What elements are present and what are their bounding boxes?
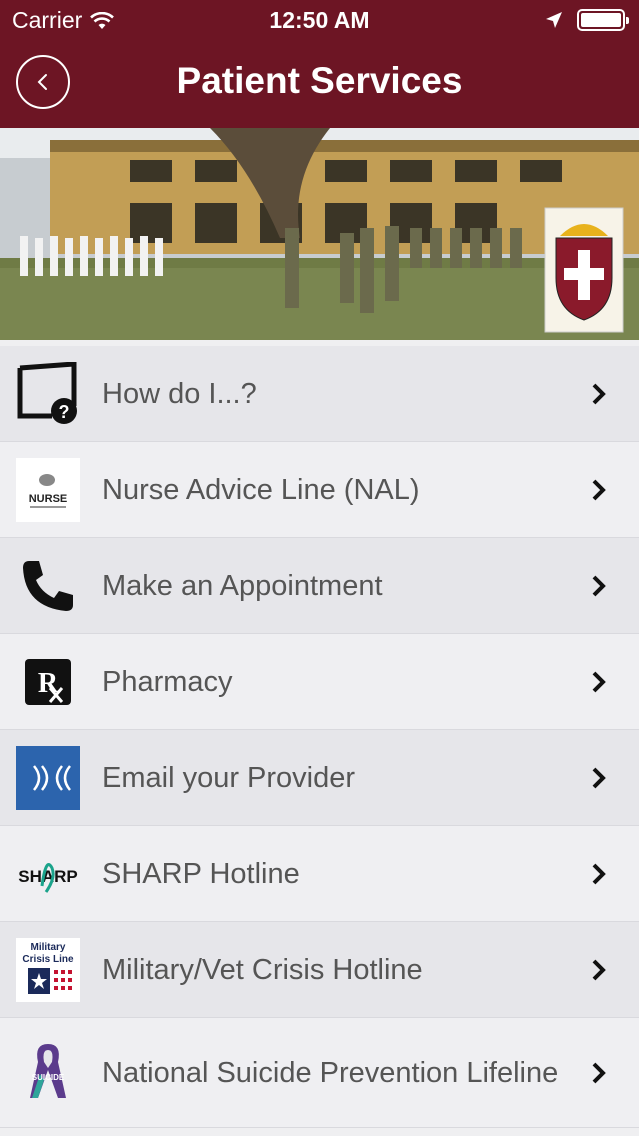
menu-item-suicide-prevention[interactable]: SUICIDE National Suicide Prevention Life… (0, 1018, 639, 1128)
phone-icon (16, 554, 80, 618)
menu-item-crisis-hotline[interactable]: Military Crisis Line Military/Vet Crisis… (0, 922, 639, 1018)
svg-text:Military: Military (30, 942, 65, 953)
menu-item-make-appointment[interactable]: Make an Appointment (0, 538, 639, 634)
hero-banner-image (0, 128, 639, 340)
chevron-right-icon (592, 383, 606, 405)
suicide-logo-text: SUICIDE (32, 1073, 65, 1082)
page-title: Patient Services (176, 60, 463, 101)
suicide-prevention-icon: SUICIDE (16, 1040, 80, 1104)
chevron-right-icon (592, 671, 606, 693)
crisis-line-icon: Military Crisis Line (16, 938, 80, 1002)
app-header: Carrier 12:50 AM Patient Services (0, 0, 639, 128)
menu-item-nurse-advice-line[interactable]: NURSE Nurse Advice Line (NAL) (0, 442, 639, 538)
nurse-logo-icon: NURSE (16, 458, 80, 522)
menu-item-sharp-hotline[interactable]: SHARP SHARP Hotline (0, 826, 639, 922)
battery-icon (577, 9, 629, 31)
svg-text:Crisis Line: Crisis Line (22, 954, 74, 965)
nurse-logo-text: NURSE (29, 493, 68, 505)
menu-item-label: Pharmacy (102, 665, 233, 698)
menu-item-label: Make an Appointment (102, 569, 383, 602)
question-document-icon: ? (16, 362, 80, 426)
location-arrow-icon (546, 12, 562, 28)
status-right (545, 9, 629, 31)
chevron-right-icon (592, 863, 606, 885)
services-list: ? How do I...? NURSE Nurse Advice Line (… (0, 346, 639, 1128)
menu-item-label: SHARP Hotline (102, 857, 300, 890)
status-time: 12:50 AM (269, 7, 370, 33)
rx-icon: R (16, 650, 80, 714)
menu-item-how-do-i[interactable]: ? How do I...? (0, 346, 639, 442)
menu-item-label: Email your Provider (102, 761, 356, 794)
menu-item-label: Nurse Advice Line (NAL) (102, 473, 420, 506)
email-provider-icon (16, 746, 80, 810)
chevron-right-icon (592, 767, 606, 789)
menu-item-pharmacy[interactable]: R Pharmacy (0, 634, 639, 730)
menu-item-label: Military/Vet Crisis Hotline (102, 953, 423, 986)
svg-text:?: ? (59, 402, 70, 422)
chevron-right-icon (592, 1062, 606, 1084)
chevron-right-icon (592, 479, 606, 501)
status-bar: Carrier 12:50 AM (0, 0, 639, 40)
sharp-logo-icon: SHARP (16, 842, 80, 906)
menu-item-label: National Suicide Prevention Lifeline (102, 1056, 559, 1089)
menu-item-label: How do I...? (102, 377, 257, 410)
chevron-right-icon (592, 575, 606, 597)
menu-item-email-provider[interactable]: Email your Provider (0, 730, 639, 826)
chevron-right-icon (592, 959, 606, 981)
sharp-logo-text: SHARP (18, 867, 78, 886)
